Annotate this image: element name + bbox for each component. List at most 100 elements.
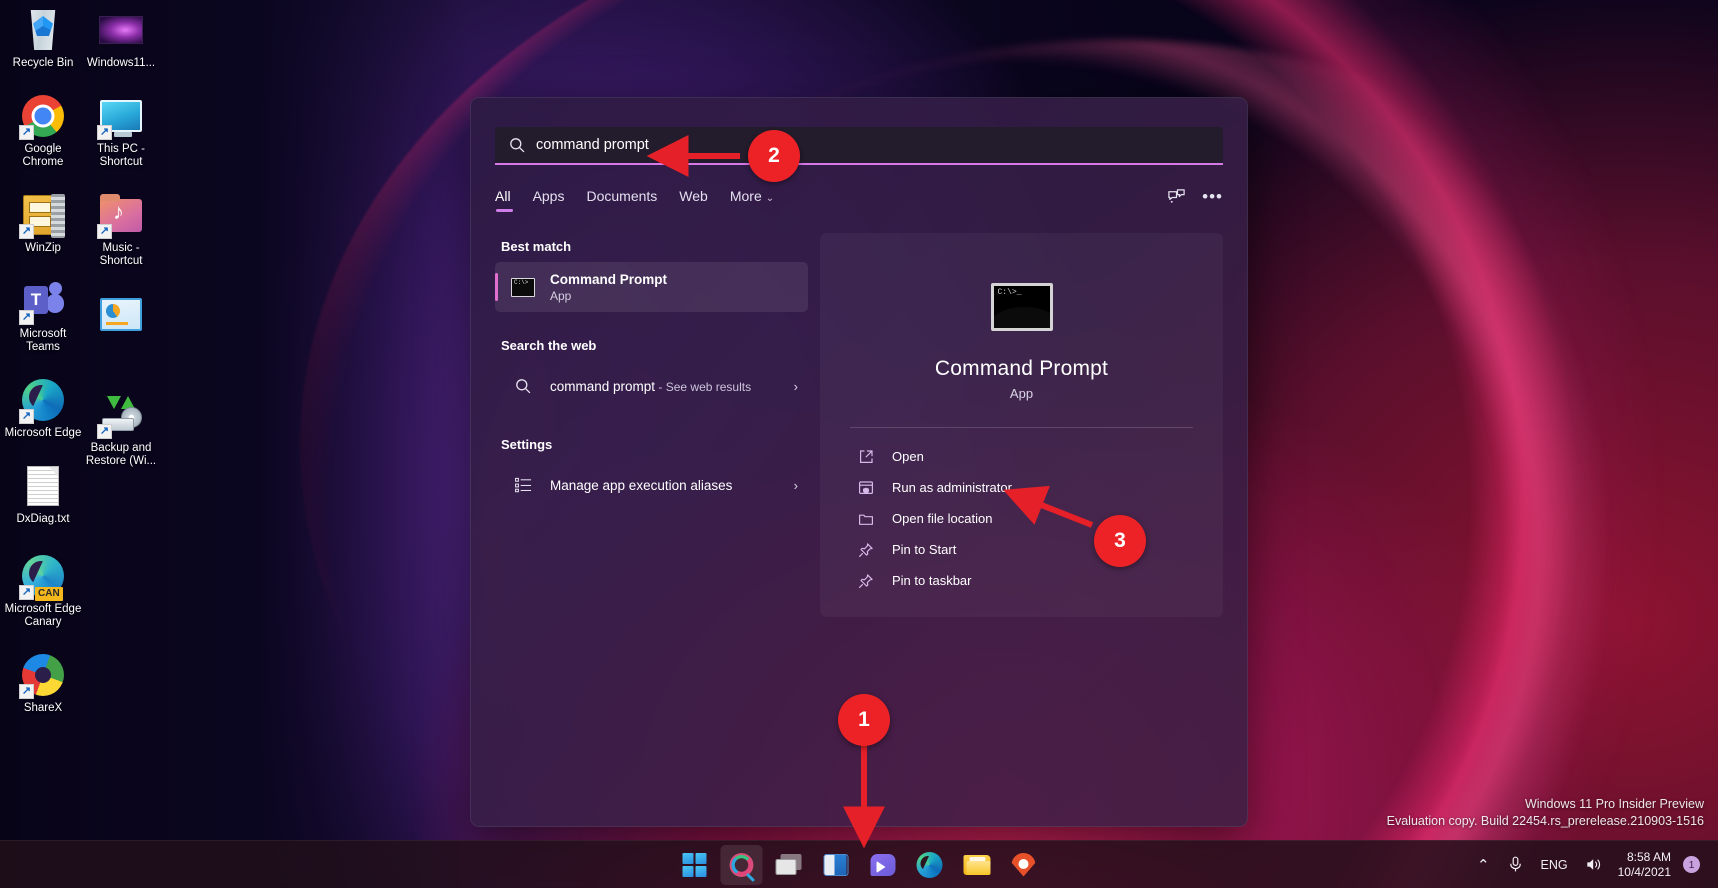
result-web-search[interactable]: command prompt - See web results › xyxy=(495,361,808,411)
command-prompt-icon xyxy=(991,283,1053,331)
desktop-icon-microsoft-edge[interactable]: Microsoft Edge xyxy=(2,376,84,440)
search-bar[interactable] xyxy=(495,127,1223,165)
windows-logo-icon xyxy=(683,853,707,877)
edge-canary-icon: CAN xyxy=(19,552,67,600)
desktop-icon-music-shortcut[interactable]: Music - Shortcut xyxy=(80,191,162,268)
taskbar-center-group xyxy=(674,845,1045,885)
action-label: Pin to taskbar xyxy=(892,573,972,588)
volume-button[interactable] xyxy=(1577,845,1612,885)
desktop-icon-recycle-bin[interactable]: Recycle Bin xyxy=(2,6,84,70)
preview-divider xyxy=(850,427,1193,428)
shortcut-arrow-icon xyxy=(19,585,34,600)
search-results-list: Best match Command Prompt App Search the… xyxy=(495,233,808,617)
tab-label: More xyxy=(730,188,762,204)
section-header-best-match: Best match xyxy=(501,239,808,254)
language-indicator[interactable]: ENG xyxy=(1532,845,1577,885)
desktop-icon-microsoft-edge-canary[interactable]: CAN Microsoft Edge Canary xyxy=(2,552,84,629)
shortcut-arrow-icon xyxy=(97,224,112,239)
app-actions-list: Open Run as administrator xyxy=(850,442,1193,597)
tab-apps[interactable]: Apps xyxy=(533,188,565,212)
ellipsis-glyph: ••• xyxy=(1202,191,1223,203)
shortcut-arrow-icon xyxy=(97,125,112,140)
result-manage-app-execution-aliases[interactable]: Manage app execution aliases › xyxy=(495,460,808,510)
shield-admin-icon xyxy=(853,480,879,496)
chat-button[interactable] xyxy=(862,845,904,885)
notification-badge: 1 xyxy=(1683,856,1700,873)
preview-app-title: Command Prompt xyxy=(935,357,1108,381)
task-view-button[interactable] xyxy=(768,845,810,885)
tab-documents[interactable]: Documents xyxy=(586,188,657,212)
pin-to-taskbar-action[interactable]: Pin to taskbar xyxy=(850,566,1193,595)
desktop-icon-label: Windows11... xyxy=(87,57,155,70)
section-header-search-the-web: Search the web xyxy=(501,338,808,353)
winzip-icon xyxy=(19,191,67,239)
desktop-icon-sharex[interactable]: ShareX xyxy=(2,651,84,715)
search-icon xyxy=(509,378,537,394)
desktop-icon-chart-report[interactable] xyxy=(80,290,162,341)
search-button[interactable] xyxy=(721,845,763,885)
desktop-icon-backup-and-restore[interactable]: Backup and Restore (Wi... xyxy=(80,391,162,468)
list-settings-icon xyxy=(509,477,537,493)
desktop-icon-label: This PC - Shortcut xyxy=(81,143,161,169)
chevron-right-icon: › xyxy=(794,379,798,394)
desktop-icon-label: DxDiag.txt xyxy=(16,513,69,526)
clock-button[interactable]: 8:58 AM 10/4/2021 xyxy=(1612,850,1679,880)
shortcut-arrow-icon xyxy=(19,409,34,424)
shortcut-arrow-icon xyxy=(19,125,34,140)
pin-icon xyxy=(853,573,879,589)
desktop-icon-dxdiag-txt[interactable]: DxDiag.txt xyxy=(2,462,84,526)
action-label: Pin to Start xyxy=(892,542,956,557)
tab-web[interactable]: Web xyxy=(679,188,708,212)
desktop-icon-this-pc[interactable]: This PC - Shortcut xyxy=(80,92,162,169)
desktop-icon-label: Music - Shortcut xyxy=(81,242,161,268)
desktop-icon-label: Microsoft Edge xyxy=(5,427,82,440)
chevron-up-icon: ⌃ xyxy=(1477,856,1490,874)
tab-label: Web xyxy=(679,188,708,204)
file-explorer-icon xyxy=(963,854,990,876)
desktop-icon-label: Backup and Restore (Wi... xyxy=(81,442,161,468)
location-pin-icon xyxy=(1012,853,1036,877)
action-label: Open file location xyxy=(892,511,992,526)
microphone-button[interactable] xyxy=(1499,845,1532,885)
windows-watermark: Windows 11 Pro Insider Preview Evaluatio… xyxy=(1387,796,1704,830)
search-icon xyxy=(509,137,525,153)
edge-button[interactable] xyxy=(909,845,951,885)
desktop-icon-google-chrome[interactable]: Google Chrome xyxy=(2,92,84,169)
desktop-icon-label: Microsoft Edge Canary xyxy=(3,603,83,629)
search-input[interactable] xyxy=(536,137,1209,153)
search-icon xyxy=(730,853,754,877)
tab-label: All xyxy=(495,188,511,204)
task-view-icon xyxy=(776,854,802,875)
desktop-icon-windows11-wallpaper[interactable]: Windows11... xyxy=(80,6,162,70)
show-hidden-icons-button[interactable]: ⌃ xyxy=(1468,845,1499,885)
open-action[interactable]: Open xyxy=(850,442,1193,471)
chart-report-icon xyxy=(97,290,145,338)
desktop-icon-winzip[interactable]: WinZip xyxy=(2,191,84,255)
tab-label: Documents xyxy=(586,188,657,204)
widgets-icon xyxy=(823,854,848,876)
more-options-icon[interactable]: ••• xyxy=(1202,191,1223,209)
notification-center-button[interactable]: 1 xyxy=(1679,845,1706,885)
widgets-button[interactable] xyxy=(815,845,857,885)
run-as-administrator-action[interactable]: Run as administrator xyxy=(850,473,1193,502)
annotation-marker-1: 1 xyxy=(838,694,890,746)
annotation-marker-2: 2 xyxy=(748,130,800,182)
annotation-number: 3 xyxy=(1114,529,1126,553)
open-external-icon xyxy=(853,449,879,465)
location-app-button[interactable] xyxy=(1003,845,1045,885)
result-command-prompt[interactable]: Command Prompt App xyxy=(495,262,808,312)
tab-all[interactable]: All xyxy=(495,188,511,212)
text-file-icon xyxy=(19,462,67,510)
desktop-icon-microsoft-teams[interactable]: T Microsoft Teams xyxy=(2,277,84,354)
tab-more[interactable]: More⌄ xyxy=(730,188,774,212)
desktop-icon-label: Recycle Bin xyxy=(13,57,74,70)
system-tray: ⌃ ENG 8:58 AM 10/4 xyxy=(1468,845,1706,885)
file-explorer-button[interactable] xyxy=(956,845,998,885)
this-pc-icon xyxy=(97,92,145,140)
chevron-right-icon: › xyxy=(794,478,798,493)
clock-time: 8:58 AM xyxy=(1627,850,1671,865)
feedback-icon[interactable] xyxy=(1167,188,1186,213)
clock-date: 10/4/2021 xyxy=(1618,865,1671,880)
shortcut-arrow-icon xyxy=(19,684,34,699)
start-button[interactable] xyxy=(674,845,716,885)
